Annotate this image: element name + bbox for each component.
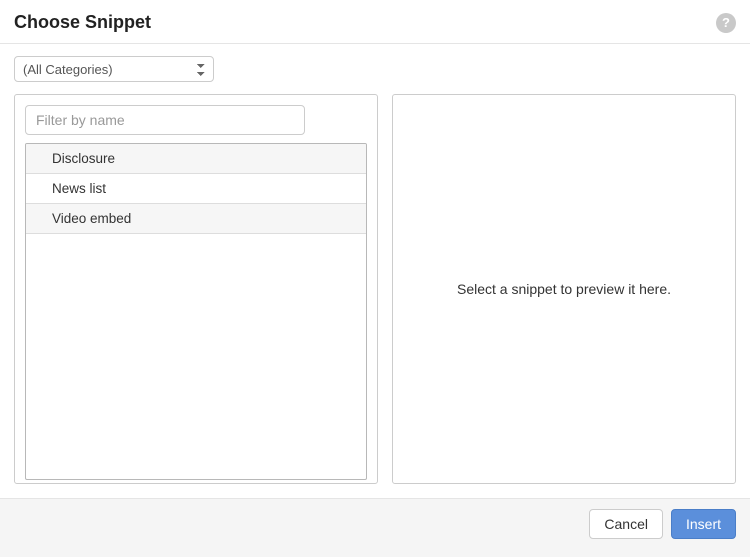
snippet-item-disclosure[interactable]: Disclosure: [26, 144, 366, 174]
preview-panel: Select a snippet to preview it here.: [392, 94, 736, 484]
modal-footer: Cancel Insert: [0, 498, 750, 557]
modal-body: (All Categories) Disclosure News list Vi…: [0, 44, 750, 498]
cancel-button[interactable]: Cancel: [589, 509, 663, 539]
modal-title: Choose Snippet: [14, 12, 151, 33]
choose-snippet-modal: Choose Snippet ? (All Categories) Disclo…: [0, 0, 750, 549]
snippet-list-panel: Disclosure News list Video embed: [14, 94, 378, 484]
snippet-list: Disclosure News list Video embed: [25, 143, 367, 480]
category-select[interactable]: (All Categories): [14, 56, 214, 82]
insert-button[interactable]: Insert: [671, 509, 736, 539]
panels: Disclosure News list Video embed Select …: [14, 94, 736, 498]
snippet-item-news-list[interactable]: News list: [26, 174, 366, 204]
help-icon[interactable]: ?: [716, 13, 736, 33]
snippet-item-video-embed[interactable]: Video embed: [26, 204, 366, 234]
modal-header: Choose Snippet ?: [0, 0, 750, 44]
filter-input[interactable]: [25, 105, 305, 135]
preview-empty-text: Select a snippet to preview it here.: [457, 281, 671, 297]
